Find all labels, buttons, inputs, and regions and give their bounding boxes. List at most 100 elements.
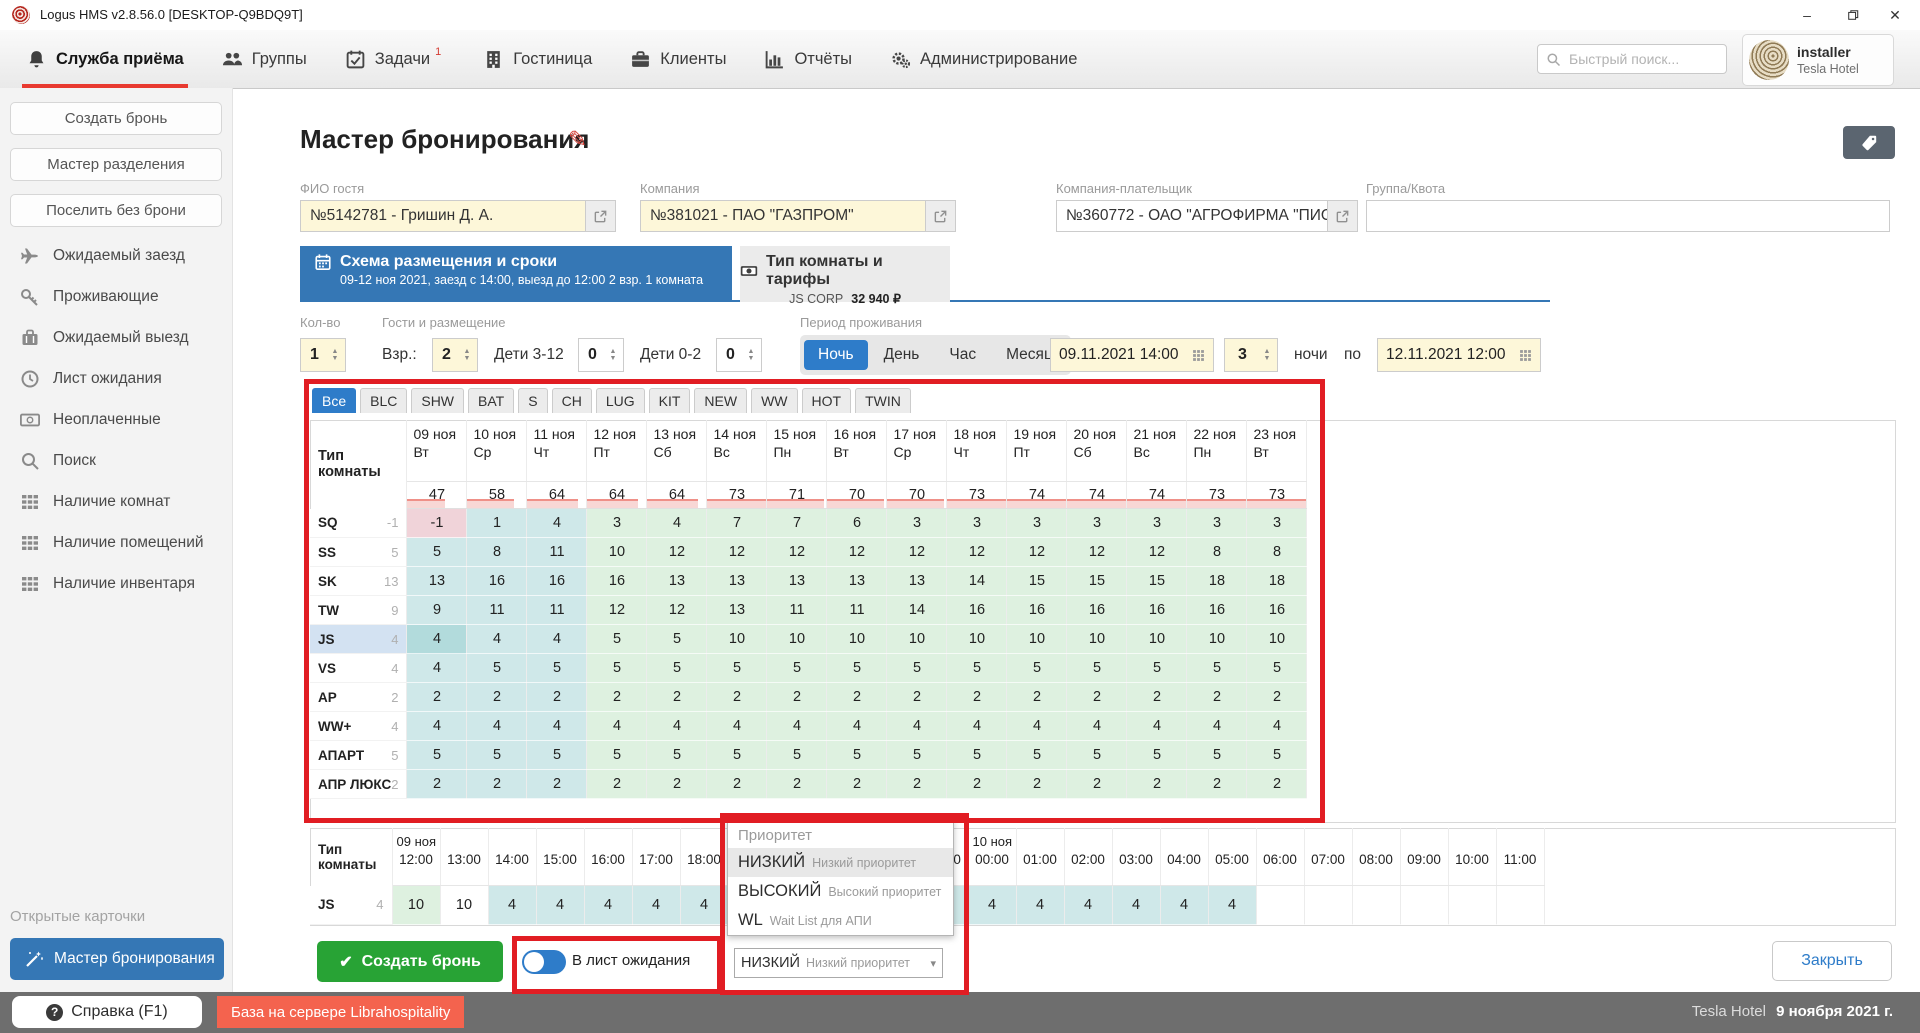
availability-cell[interactable]: 4	[647, 509, 707, 538]
availability-cell[interactable]: 14	[947, 567, 1007, 596]
availability-cell[interactable]: 2	[827, 683, 887, 712]
availability-cell[interactable]: 13	[827, 567, 887, 596]
hourly-cell[interactable]: 4	[680, 886, 728, 925]
availability-cell[interactable]: 12	[1127, 538, 1187, 567]
quick-search[interactable]	[1537, 44, 1727, 74]
availability-cell[interactable]: 10	[1067, 625, 1127, 654]
availability-cell[interactable]: 4	[947, 712, 1007, 741]
hour-header[interactable]: 11:00	[1496, 828, 1544, 886]
availability-cell[interactable]: 12	[1007, 538, 1067, 567]
hourly-cell[interactable]	[1352, 886, 1400, 925]
nav-item-reports[interactable]: Отчёты	[764, 30, 852, 88]
availability-cell[interactable]: 5	[1187, 741, 1247, 770]
hour-header[interactable]: 13:00	[440, 828, 488, 886]
availability-cell[interactable]: 13	[407, 567, 467, 596]
hour-header[interactable]: 02:00	[1064, 828, 1112, 886]
hourly-cell[interactable]: 10	[440, 886, 488, 925]
hour-header[interactable]: 06:00	[1256, 828, 1304, 886]
availability-cell[interactable]: 9	[407, 596, 467, 625]
field-input-company[interactable]: №381021 - ПАО "ГАЗПРОМ"	[640, 200, 926, 232]
date-header[interactable]: 12 нояПт	[587, 420, 647, 482]
room-type-cell[interactable]: SK13	[310, 567, 407, 596]
priority-option-WL[interactable]: WLWait List для АПИ	[728, 906, 953, 935]
availability-cell[interactable]: 5	[647, 654, 707, 683]
nav-item-tasks[interactable]: Задачи1	[345, 30, 446, 88]
hourly-cell[interactable]	[1256, 886, 1304, 925]
waitlist-toggle[interactable]	[522, 950, 566, 974]
availability-cell[interactable]: 4	[467, 712, 527, 741]
date-header[interactable]: 19 нояПт	[1007, 420, 1067, 482]
availability-cell[interactable]: 12	[587, 596, 647, 625]
availability-cell[interactable]: 2	[1067, 683, 1127, 712]
availability-cell[interactable]: 4	[1187, 712, 1247, 741]
stepper-arrows[interactable]: ▲▼	[606, 348, 623, 362]
sidebar-item-expected-arrival[interactable]: Ожидаемый заезд	[20, 246, 185, 266]
room-filter-tab-LUG[interactable]: LUG	[596, 388, 645, 413]
availability-cell[interactable]: 16	[1127, 596, 1187, 625]
kids2-stepper[interactable]: 0 ▲▼	[716, 338, 762, 372]
hour-header[interactable]: 16:00	[584, 828, 632, 886]
room-type-cell[interactable]: TW9	[310, 596, 407, 625]
date-header[interactable]: 20 нояСб	[1067, 420, 1127, 482]
availability-cell[interactable]: 5	[527, 741, 587, 770]
period-option-Час[interactable]: Час	[935, 340, 990, 370]
availability-cell[interactable]: 15	[1007, 567, 1067, 596]
date-to-field[interactable]: 12.11.2021 12:00	[1377, 338, 1541, 372]
room-type-cell[interactable]: SS5	[310, 538, 407, 567]
room-filter-tab-S[interactable]: S	[518, 388, 547, 413]
room-type-cell[interactable]: JS4	[310, 886, 392, 925]
availability-cell[interactable]: 13	[707, 596, 767, 625]
hourly-cell[interactable]: 4	[1064, 886, 1112, 925]
minimize-button[interactable]: –	[1790, 4, 1824, 26]
hourly-cell[interactable]: 4	[1112, 886, 1160, 925]
availability-cell[interactable]: 10	[587, 538, 647, 567]
availability-cell[interactable]: 2	[707, 683, 767, 712]
hour-header[interactable]: 14:00	[488, 828, 536, 886]
availability-cell[interactable]: 10	[947, 625, 1007, 654]
availability-cell[interactable]: 5	[1247, 654, 1307, 683]
availability-cell[interactable]: 4	[1067, 712, 1127, 741]
availability-cell[interactable]: 2	[1247, 683, 1307, 712]
availability-cell[interactable]: 4	[707, 712, 767, 741]
room-type-cell[interactable]: АПР ЛЮКС2	[310, 770, 407, 799]
stepper-arrows[interactable]: ▲▼	[744, 348, 761, 362]
availability-cell[interactable]: 2	[1007, 683, 1067, 712]
availability-cell[interactable]: 5	[467, 654, 527, 683]
priority-option-ВЫСОКИЙ[interactable]: ВЫСОКИЙВысокий приоритет	[728, 877, 953, 906]
availability-cell[interactable]: 2	[947, 683, 1007, 712]
availability-cell[interactable]: 5	[1007, 654, 1067, 683]
availability-cell[interactable]: 2	[1007, 770, 1067, 799]
tab-room-type-rates[interactable]: Тип комнаты и тарифы JS CORP32 940 ₽	[740, 246, 950, 302]
availability-cell[interactable]: 12	[947, 538, 1007, 567]
availability-cell[interactable]: 2	[887, 770, 947, 799]
availability-cell[interactable]: 2	[467, 770, 527, 799]
stepper-arrows[interactable]: ▲▼	[1260, 348, 1277, 362]
availability-cell[interactable]: 5	[587, 625, 647, 654]
availability-cell[interactable]: 5	[887, 654, 947, 683]
hour-header[interactable]: 07:00	[1304, 828, 1352, 886]
date-header[interactable]: 13 нояСб	[647, 420, 707, 482]
field-input-payer-company[interactable]: №360772 - ОАО "АГРОФИРМА "ПИОНЕР	[1056, 200, 1328, 232]
availability-cell[interactable]: 4	[407, 654, 467, 683]
close-wizard-button[interactable]: Закрыть	[1772, 941, 1892, 981]
hourly-cell[interactable]	[1304, 886, 1352, 925]
availability-cell[interactable]: 5	[947, 741, 1007, 770]
hourly-cell[interactable]: 4	[632, 886, 680, 925]
availability-cell[interactable]: 5	[707, 654, 767, 683]
hour-header[interactable]: 04:00	[1160, 828, 1208, 886]
availability-cell[interactable]: 5	[407, 741, 467, 770]
sidebar-item-unpaid[interactable]: Неоплаченные	[20, 410, 161, 430]
priority-option-НИЗКИЙ[interactable]: НИЗКИЙНизкий приоритет	[728, 848, 953, 877]
field-input-group-quota[interactable]	[1366, 200, 1890, 232]
nav-item-groups[interactable]: Группы	[222, 30, 307, 88]
availability-cell[interactable]: 15	[1067, 567, 1127, 596]
availability-cell[interactable]: 3	[587, 509, 647, 538]
availability-cell[interactable]: 2	[1187, 683, 1247, 712]
availability-cell[interactable]: 4	[647, 712, 707, 741]
kids1-stepper[interactable]: 0 ▲▼	[578, 338, 624, 372]
availability-cell[interactable]: 16	[1187, 596, 1247, 625]
room-type-cell[interactable]: JS4	[310, 625, 407, 654]
date-header[interactable]: 21 нояВс	[1127, 420, 1187, 482]
hourly-cell[interactable]	[1400, 886, 1448, 925]
hour-header[interactable]: 17:00	[632, 828, 680, 886]
